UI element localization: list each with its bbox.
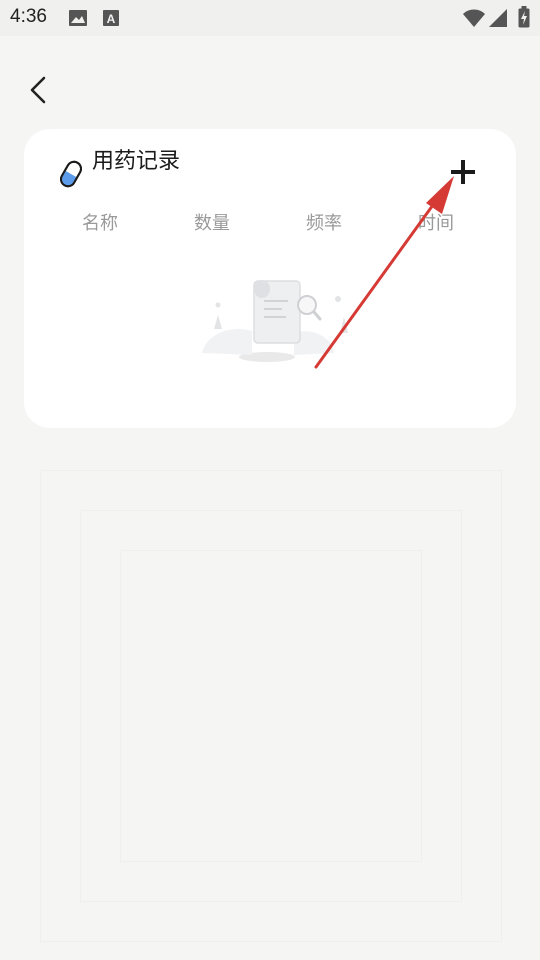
battery-icon [518,6,530,32]
medication-record-card: 用药记录 名称 数量 频率 时间 [24,129,516,428]
card-title: 用药记录 [92,149,181,174]
image-icon [68,9,88,31]
column-header-time: 时间 [418,213,454,234]
pill-icon [60,159,82,193]
column-header-name: 名称 [82,213,118,234]
status-bar: 4:36 A [0,0,540,36]
empty-document-icon [202,273,352,369]
svg-text:A: A [107,12,116,26]
wifi-icon [462,8,486,32]
a-icon: A [102,9,120,31]
back-button[interactable] [22,70,62,110]
column-header-frequency: 频率 [306,213,342,234]
background-frame [120,550,422,862]
status-time: 4:36 [10,6,47,27]
chevron-left-icon [30,76,46,104]
add-medication-button[interactable] [448,157,478,187]
plus-icon [451,160,475,184]
signal-icon [488,8,508,32]
column-header-quantity: 数量 [194,213,230,234]
